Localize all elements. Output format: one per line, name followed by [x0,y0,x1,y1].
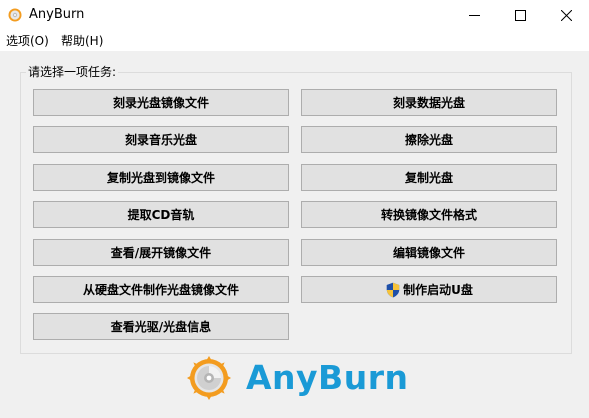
copy-disc-to-image-button[interactable]: 复制光盘到镜像文件 [33,164,289,191]
edit-image-button[interactable]: 编辑镜像文件 [301,239,557,266]
burn-image-button[interactable]: 刻录光盘镜像文件 [33,89,289,116]
close-icon [561,10,572,21]
browse-extract-image-button[interactable]: 查看/展开镜像文件 [33,239,289,266]
title-bar[interactable]: AnyBurn [0,0,589,31]
create-image-from-files-button[interactable]: 从硬盘文件制作光盘镜像文件 [33,276,289,303]
minimize-button[interactable] [451,0,497,31]
menu-options[interactable]: 选项(O) [6,33,49,49]
rip-audio-cd-button[interactable]: 提取CD音轨 [33,201,289,228]
maximize-icon [515,10,526,21]
view-drive-disc-info-button[interactable]: 查看光驱/光盘信息 [33,313,289,340]
menu-help[interactable]: 帮助(H) [61,33,103,49]
convert-image-format-button[interactable]: 转换镜像文件格式 [301,201,557,228]
anyburn-logo-icon [187,356,231,400]
task-group-title: 请选择一项任务: [26,64,119,80]
burn-data-disc-button[interactable]: 刻录数据光盘 [301,89,557,116]
uac-shield-icon [386,282,400,297]
create-bootable-usb-label: 制作启动U盘 [403,283,473,297]
menu-bar: 选项(O) 帮助(H) [0,31,589,51]
maximize-button[interactable] [497,0,543,31]
minimize-icon [469,15,480,16]
close-button[interactable] [543,0,589,31]
create-bootable-usb-button[interactable]: 制作启动U盘 [301,276,557,303]
window-title: AnyBurn [29,7,85,22]
burn-audio-cd-button[interactable]: 刻录音乐光盘 [33,126,289,153]
anyburn-app-icon [8,8,22,22]
erase-disc-button[interactable]: 擦除光盘 [301,126,557,153]
anyburn-brand-name: AnyBurn [246,358,409,397]
copy-disc-button[interactable]: 复制光盘 [301,164,557,191]
